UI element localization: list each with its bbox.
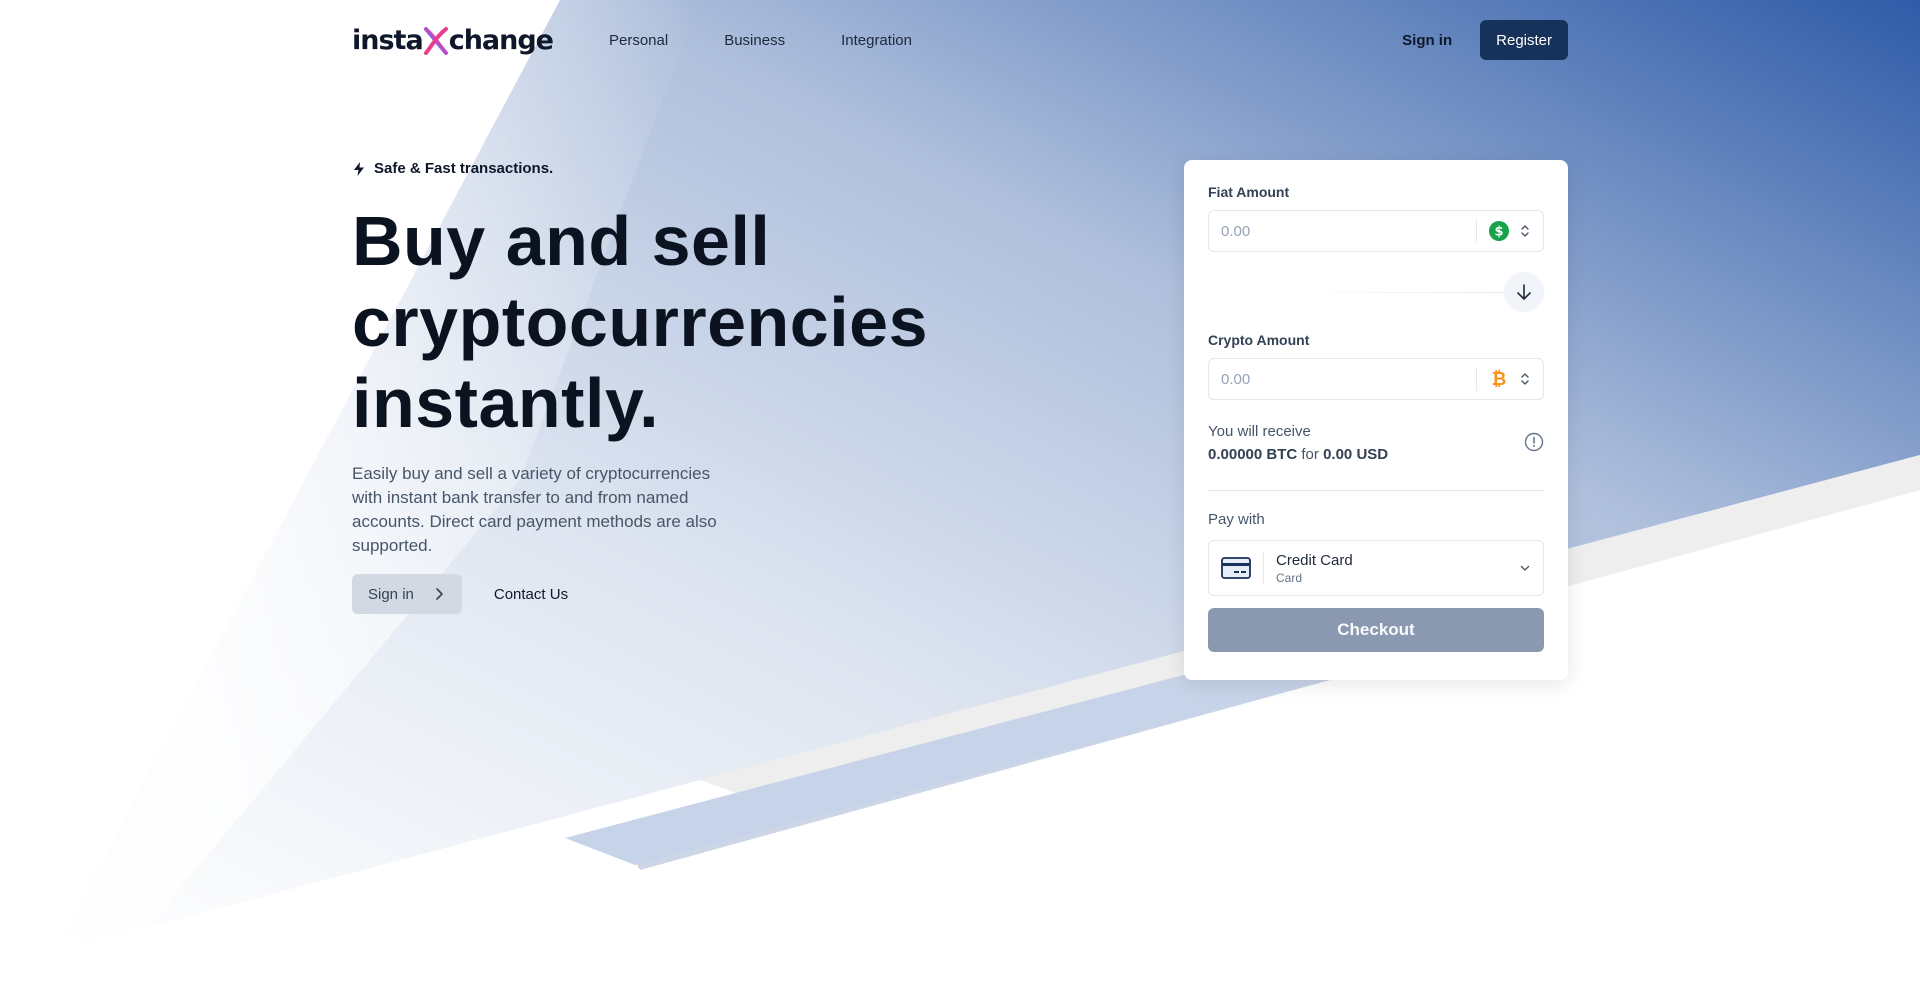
hero-headline: Buy and sell cryptocurrencies instantly. [352,201,928,444]
pay-with-label: Pay with [1208,511,1265,528]
fiat-amount-field: $ [1208,210,1544,252]
receive-summary: You will receive 0.00000 BTC for 0.00 US… [1208,420,1544,466]
payment-method-text: Credit Card Card [1276,552,1353,585]
contact-us-link[interactable]: Contact Us [494,586,568,603]
receive-label: You will receive [1208,423,1311,440]
swap-direction-button[interactable] [1504,272,1544,312]
crypto-amount-field: ₿ [1208,358,1544,400]
hero-sign-in-label: Sign in [368,585,414,603]
tagline: Safe & Fast transactions. [352,160,912,177]
info-icon[interactable] [1524,432,1544,452]
receive-fiat-amount: 0.00 USD [1323,446,1389,463]
headline-line-2: cryptocurrencies [352,283,929,361]
headline-line-3: instantly. [352,364,660,442]
logo-text-right: change [448,24,554,56]
fiat-amount-input[interactable] [1221,222,1476,240]
main-nav: Personal Business Integration [609,32,912,49]
headline-line-1: Buy and sell [352,202,771,280]
lightning-icon [354,161,364,176]
nav-integration[interactable]: Integration [841,32,912,49]
crypto-amount-input[interactable] [1221,370,1476,388]
arrow-down-icon [1517,284,1531,300]
receive-for-word: for [1301,446,1319,463]
payment-select-separator [1263,552,1264,584]
crypto-currency-selector-icon[interactable] [1519,371,1531,387]
header-sign-in-link[interactable]: Sign in [1402,32,1452,49]
hero-sign-in-button[interactable]: Sign in [352,574,462,614]
credit-card-icon [1221,557,1251,579]
checkout-button[interactable]: Checkout [1208,608,1544,652]
swap-row [1208,252,1544,332]
tagline-text: Safe & Fast transactions. [374,160,554,177]
register-button[interactable]: Register [1480,20,1568,60]
logo-x-icon [423,27,448,55]
crypto-amount-label: Crypto Amount [1208,332,1310,348]
svg-text:₿: ₿ [1492,369,1507,389]
fiat-amount-label: Fiat Amount [1208,184,1290,200]
svg-text:$: $ [1494,225,1503,240]
payment-method-select[interactable]: Credit Card Card [1208,540,1544,596]
nav-business[interactable]: Business [724,32,785,49]
logo-text-left: insta [352,24,424,56]
chevron-down-icon [1520,565,1530,571]
exchange-widget: Fiat Amount $ Crypto Amount ₿ [1184,160,1568,680]
hero-description: Easily buy and sell a variety of cryptoc… [352,464,717,555]
card-divider [1208,490,1544,491]
receive-crypto-amount: 0.00000 BTC [1208,446,1298,463]
payment-method-type: Card [1276,570,1303,585]
background-gradient-shape [0,0,1920,960]
swap-divider [1292,292,1516,293]
chevron-right-icon [436,588,443,600]
hero-actions: Sign in Contact Us [352,574,912,614]
top-navigation: insta change Personal Business Integrati… [352,20,1568,60]
bitcoin-icon[interactable]: ₿ [1489,369,1509,389]
fiat-currency-selector-icon[interactable] [1519,223,1531,239]
fiat-input-separator [1476,219,1477,243]
payment-method-name: Credit Card [1276,551,1353,569]
background-decoration [0,0,1920,993]
crypto-input-separator [1476,367,1477,391]
dollar-icon[interactable]: $ [1489,221,1509,241]
header-actions: Sign in Register [1402,20,1568,60]
nav-personal[interactable]: Personal [609,32,668,49]
hero-section: Safe & Fast transactions. Buy and sell c… [352,160,928,614]
receive-text: You will receive 0.00000 BTC for 0.00 US… [1208,420,1388,466]
instaxchange-logo[interactable]: insta change [352,24,554,56]
receive-amounts: 0.00000 BTC for 0.00 USD [1208,443,1388,466]
